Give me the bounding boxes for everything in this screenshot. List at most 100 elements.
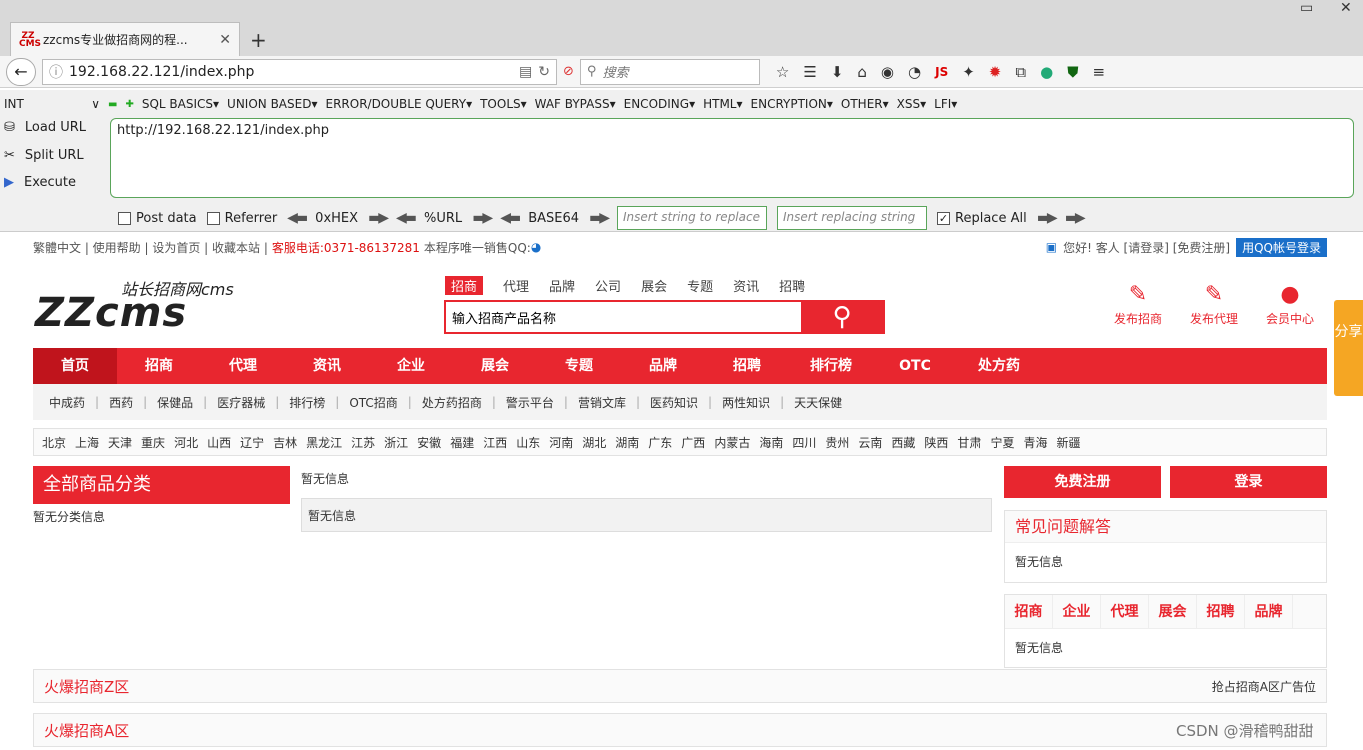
- window-icon[interactable]: ⧉: [1015, 63, 1026, 81]
- region-link[interactable]: 天津: [108, 434, 132, 451]
- site-search-button[interactable]: ⚲: [801, 302, 883, 332]
- region-link[interactable]: 黑龙江: [306, 434, 342, 451]
- subnav-item[interactable]: OTC招商: [349, 394, 397, 411]
- region-link[interactable]: 辽宁: [240, 434, 264, 451]
- region-link[interactable]: 重庆: [141, 434, 165, 451]
- subnav-item[interactable]: 营销文库: [578, 394, 626, 411]
- subnav-item[interactable]: 排行榜: [289, 394, 325, 411]
- region-link[interactable]: 青海: [1023, 434, 1047, 451]
- nav-zhuanti[interactable]: 专题: [537, 348, 621, 384]
- reader-icon[interactable]: ▤: [519, 64, 532, 80]
- nav-otc[interactable]: OTC: [873, 348, 957, 384]
- close-tab-icon[interactable]: ✕: [219, 32, 231, 48]
- qq-login-button[interactable]: 用QQ帐号登录: [1236, 237, 1327, 257]
- search-tab-pinpai[interactable]: 品牌: [549, 276, 575, 295]
- region-link[interactable]: 贵州: [825, 434, 849, 451]
- region-link[interactable]: 上海: [75, 434, 99, 451]
- region-link[interactable]: 河南: [549, 434, 573, 451]
- firebug-icon[interactable]: ✹: [989, 63, 1002, 81]
- home-icon[interactable]: ⌂: [857, 63, 867, 81]
- region-link[interactable]: 福建: [450, 434, 474, 451]
- hot-zone-z-title[interactable]: 火爆招商Z区: [44, 676, 129, 697]
- hex-left-arrow-icon[interactable]: ◀▬: [287, 210, 308, 226]
- search-tab-daili[interactable]: 代理: [503, 276, 529, 295]
- greeting-text[interactable]: 您好! 客人 [请登录] [免费注册]: [1063, 239, 1230, 256]
- subnav-item[interactable]: 处方药招商: [422, 394, 482, 411]
- menu-waf-bypass[interactable]: WAF BYPASS▾: [535, 97, 616, 111]
- nav-home[interactable]: 首页: [33, 348, 117, 384]
- execute-button[interactable]: ▶ Execute: [4, 175, 76, 190]
- reload-icon[interactable]: ↻: [538, 64, 550, 80]
- region-link[interactable]: 山东: [516, 434, 540, 451]
- b64-right-arrow-icon[interactable]: ▬▶: [589, 210, 610, 226]
- qq-icon[interactable]: ◕: [531, 240, 541, 254]
- search-box[interactable]: ⚲ 搜索: [579, 58, 760, 85]
- addon-icon[interactable]: ◉: [881, 63, 894, 81]
- region-link[interactable]: 海南: [759, 434, 783, 451]
- browser-tab[interactable]: ZZ CMS zzcms专业做招商网的程... ✕: [10, 22, 240, 56]
- nav-pinpai[interactable]: 品牌: [621, 348, 705, 384]
- referrer-checkbox[interactable]: Referrer: [206, 211, 277, 226]
- tab-zhaopin[interactable]: 招聘: [1197, 595, 1245, 628]
- menu-lfi[interactable]: LFI▾: [934, 97, 957, 111]
- region-link[interactable]: 内蒙古: [714, 434, 750, 451]
- nav-zhanhui[interactable]: 展会: [453, 348, 537, 384]
- tab-zhaoshang[interactable]: 招商: [1005, 595, 1053, 628]
- nav-qiye[interactable]: 企业: [369, 348, 453, 384]
- post-data-checkbox[interactable]: Post data: [118, 211, 197, 226]
- download-icon[interactable]: ⬇: [831, 63, 844, 81]
- bookmarks-list-icon[interactable]: ☰: [803, 63, 816, 81]
- site-search-input[interactable]: [446, 302, 801, 332]
- replace-all-checkbox[interactable]: Replace All: [937, 211, 1027, 226]
- region-link[interactable]: 广西: [681, 434, 705, 451]
- back-button[interactable]: ←: [6, 57, 36, 86]
- nav-zhaopin[interactable]: 招聘: [705, 348, 789, 384]
- publish-zhaoshang-link[interactable]: ✎ 发布招商: [1108, 282, 1168, 327]
- topbar-links[interactable]: 繁體中文 | 使用帮助 | 设为首页 | 收藏本站 |: [33, 239, 268, 256]
- nav-paihangbang[interactable]: 排行榜: [789, 348, 873, 384]
- nav-chufangyao[interactable]: 处方药: [957, 348, 1041, 384]
- region-link[interactable]: 西藏: [891, 434, 915, 451]
- b64-left-arrow-icon[interactable]: ◀▬: [500, 210, 521, 226]
- load-url-button[interactable]: ⛁ Load URL: [4, 120, 86, 135]
- subnav-item[interactable]: 两性知识: [722, 394, 770, 411]
- region-link[interactable]: 安徽: [417, 434, 441, 451]
- register-button[interactable]: 免费注册: [1004, 466, 1161, 498]
- url-bar[interactable]: ⓘ 192.168.22.121/index.php ▤ ↻: [42, 58, 557, 85]
- menu-other[interactable]: OTHER▾: [841, 97, 889, 111]
- replacing-string-input[interactable]: Insert replacing string: [777, 206, 928, 230]
- type-select[interactable]: INT ∨: [4, 97, 100, 111]
- globe-icon[interactable]: ●: [1040, 63, 1053, 81]
- split-url-button[interactable]: ✂ Split URL: [4, 148, 84, 163]
- search-tab-gongsi[interactable]: 公司: [595, 276, 621, 295]
- region-link[interactable]: 甘肃: [957, 434, 981, 451]
- menu-sql-basics[interactable]: SQL BASICS▾: [142, 97, 219, 111]
- region-link[interactable]: 新疆: [1056, 434, 1080, 451]
- nav-zixun[interactable]: 资讯: [285, 348, 369, 384]
- menu-union-based[interactable]: UNION BASED▾: [227, 97, 317, 111]
- search-tab-zhaopin[interactable]: 招聘: [779, 276, 805, 295]
- region-link[interactable]: 云南: [858, 434, 882, 451]
- replace-arrow-icon[interactable]: ▬▶: [1037, 210, 1058, 226]
- search-tab-zixun[interactable]: 资讯: [733, 276, 759, 295]
- replace-string-input[interactable]: Insert string to replace: [617, 206, 768, 230]
- region-link[interactable]: 宁夏: [990, 434, 1014, 451]
- plus-icon[interactable]: ✚: [125, 99, 133, 110]
- region-link[interactable]: 浙江: [384, 434, 408, 451]
- tab-daili[interactable]: 代理: [1101, 595, 1149, 628]
- hot-zone-a-title[interactable]: 火爆招商A区: [44, 720, 129, 741]
- plugin-icon[interactable]: ✦: [962, 63, 975, 81]
- region-link[interactable]: 广东: [648, 434, 672, 451]
- subnav-item[interactable]: 警示平台: [506, 394, 554, 411]
- region-link[interactable]: 四川: [792, 434, 816, 451]
- menu-encoding[interactable]: ENCODING▾: [624, 97, 695, 111]
- search-tab-zhaoshang[interactable]: 招商: [445, 276, 484, 295]
- nav-daili[interactable]: 代理: [201, 348, 285, 384]
- close-window-icon[interactable]: ✕: [1340, 0, 1352, 16]
- shield-icon[interactable]: ⛊: [1067, 63, 1078, 81]
- subnav-item[interactable]: 保健品: [157, 394, 193, 411]
- js-toggle-icon[interactable]: JS: [935, 65, 948, 79]
- region-link[interactable]: 北京: [42, 434, 66, 451]
- url-right-arrow-icon[interactable]: ▬▶: [472, 210, 493, 226]
- search-tab-zhuanti[interactable]: 专题: [687, 276, 713, 295]
